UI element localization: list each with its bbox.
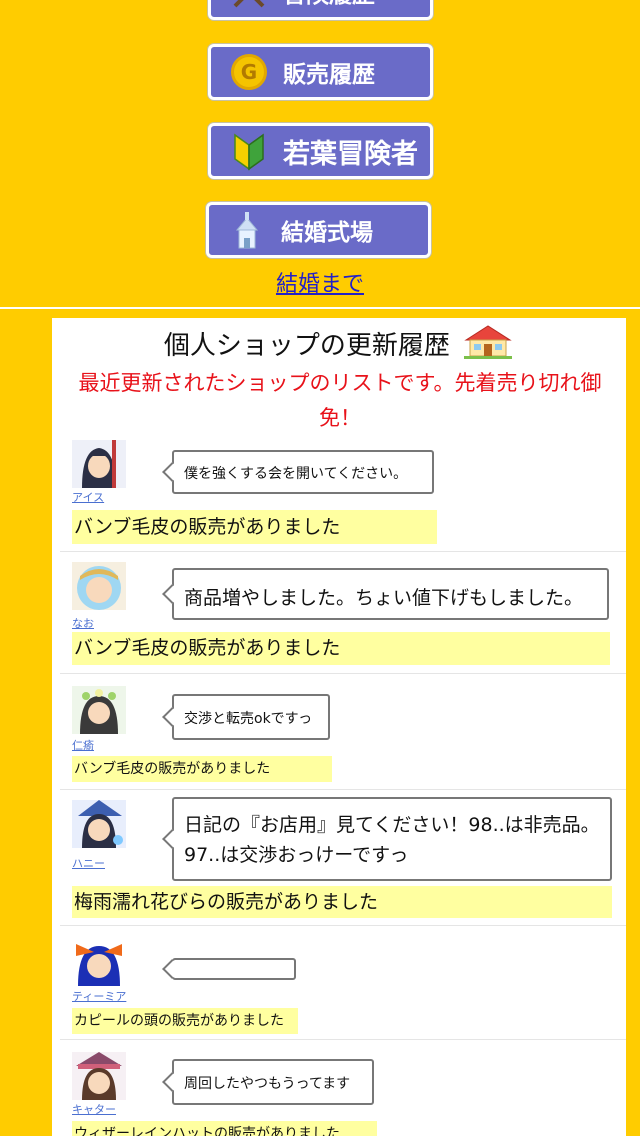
message-bubble: 周回したやつもうってます — [172, 1059, 374, 1105]
shop-entry[interactable]: キャター 周回したやつもうってます ウィザーレインハットの販売がありました — [60, 1040, 626, 1136]
avatar[interactable] — [72, 440, 126, 488]
shop-entry[interactable]: なお 商品増やしました。ちょい値下げもしました。 バンブ毛皮の販売がありました — [60, 552, 626, 674]
message-bubble: 交渉と転売okですっ — [172, 694, 330, 740]
shop-entry[interactable]: ハニー 日記の『お店用』見てください！98..は非売品。97..は交渉おっけーで… — [60, 790, 626, 926]
until-marriage-link[interactable]: 結婚まで — [0, 266, 640, 298]
message-bubble — [172, 958, 296, 980]
panel-notice: 最近更新されたショップのリストです。先着売り切れ御免！ — [78, 371, 602, 430]
avatar[interactable] — [72, 562, 126, 610]
wedding-hall-label: 結婚式場 — [281, 220, 373, 246]
shop-house-icon — [462, 324, 514, 367]
avatar[interactable] — [72, 800, 126, 848]
shop-entry[interactable]: アイス 僕を強くする会を開いてください。 バンブ毛皮の販売がありました — [60, 436, 626, 552]
sales-history-button[interactable]: G 販売履歴 — [208, 44, 433, 100]
user-name-link[interactable]: ハニー — [72, 855, 105, 871]
crossed-swords-icon — [229, 0, 269, 12]
panel-title-row: 個人ショップの更新履歴 — [52, 324, 626, 367]
sale-notice[interactable]: バンブ毛皮の販売がありました — [72, 756, 332, 782]
wedding-hall-button[interactable]: 結婚式場 — [206, 202, 431, 258]
message-bubble: 僕を強くする会を開いてください。 — [172, 450, 434, 494]
avatar[interactable] — [72, 1052, 126, 1100]
user-name-link[interactable]: キャター — [72, 1101, 116, 1117]
avatar[interactable] — [72, 938, 126, 986]
user-name-link[interactable]: ティーミア — [72, 988, 126, 1004]
message-bubble: 日記の『お店用』見てください！98..は非売品。97..は交渉おっけーですっ — [172, 797, 612, 881]
user-name-link[interactable]: 仁瘉 — [72, 737, 94, 753]
gold-coin-icon: G — [229, 52, 269, 92]
sale-notice[interactable]: バンブ毛皮の販売がありました — [72, 632, 610, 665]
sale-notice[interactable]: バンブ毛皮の販売がありました — [72, 510, 437, 544]
panel-title: 個人ショップの更新履歴 — [163, 331, 450, 361]
message-bubble: 商品増やしました。ちょい値下げもしました。 — [172, 568, 609, 620]
avatar[interactable] — [72, 686, 126, 734]
beginner-adventurer-label: 若葉冒険者 — [283, 138, 418, 170]
section-divider — [0, 307, 640, 309]
sales-history-label: 販売履歴 — [283, 62, 375, 88]
beginner-leaf-icon — [229, 131, 269, 171]
adventure-history-label: 冒険履歴 — [283, 0, 375, 9]
chapel-icon — [227, 210, 267, 250]
sale-notice[interactable]: ウィザーレインハットの販売がありました — [72, 1121, 377, 1136]
shop-entry[interactable]: ティーミア カピールの頭の販売がありました — [60, 926, 626, 1040]
shop-entry[interactable]: 仁瘉 交渉と転売okですっ バンブ毛皮の販売がありました — [60, 674, 626, 790]
coin-letter: G — [231, 54, 267, 90]
sale-notice[interactable]: カピールの頭の販売がありました — [72, 1008, 298, 1034]
user-name-link[interactable]: なお — [72, 615, 94, 631]
shop-update-panel: 個人ショップの更新履歴 最近更新されたショップのリストです。先着売り切れ御免！ — [52, 318, 626, 1136]
user-name-link[interactable]: アイス — [72, 489, 104, 505]
beginner-adventurer-button[interactable]: 若葉冒険者 — [208, 123, 433, 179]
sale-notice[interactable]: 梅雨濡れ花びらの販売がありました — [72, 886, 612, 918]
adventure-history-button[interactable]: 冒険履歴 — [208, 0, 433, 20]
